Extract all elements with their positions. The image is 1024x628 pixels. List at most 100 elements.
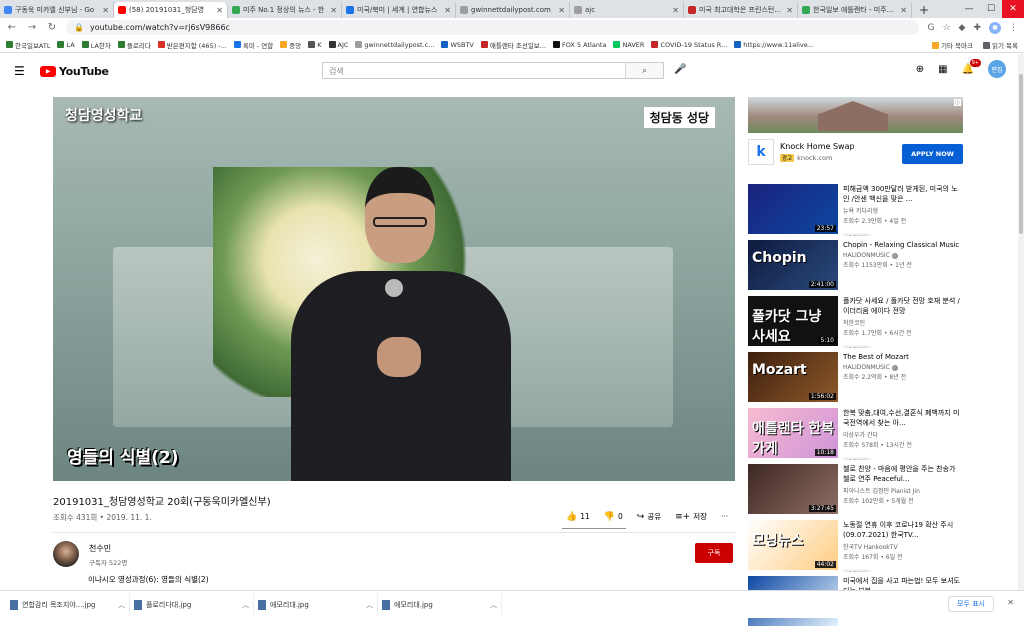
bookmark-item[interactable]: K	[308, 41, 322, 49]
chevron-up-icon[interactable]: ︿	[118, 600, 125, 610]
video-thumbnail[interactable]: Mozart 1:56:02	[748, 352, 838, 402]
download-item[interactable]: 에모리대.jpg ︿	[254, 592, 378, 617]
chevron-up-icon[interactable]: ︿	[366, 600, 373, 610]
chevron-up-icon[interactable]: ︿	[242, 600, 249, 610]
reload-icon[interactable]: ↻	[46, 22, 58, 33]
browser-tab[interactable]: 구동욱 미카엘 신부님 - Go ✕	[0, 2, 114, 18]
tab-close-icon[interactable]: ✕	[216, 6, 223, 15]
tab-close-icon[interactable]: ✕	[558, 6, 565, 15]
tab-close-icon[interactable]: ✕	[672, 6, 679, 15]
bookmark-item[interactable]: 한국일보ATL	[6, 40, 50, 50]
reading-list[interactable]: 읽기 목록	[983, 40, 1018, 50]
recommended-meta: 조회수 102만회 • 5개월 전	[843, 498, 914, 505]
bookmark-item[interactable]: LA한자	[81, 40, 111, 50]
bookmark-item[interactable]: 록미 - 연합	[233, 40, 273, 50]
recommended-video[interactable]: 23:57 피해금액 300만달러 받게된, 미국의 노인 /안센 백신을 맞은 …	[748, 184, 963, 236]
youtube-logo[interactable]: ▶ YouTube	[40, 65, 109, 78]
recommended-video[interactable]: 3:27:45 첼로 찬양 - 마음에 평안을 주는 찬송가 첼로 연주 Peac…	[748, 464, 963, 516]
video-thumbnail[interactable]: 애틀랜타 한복가게 10:18	[748, 408, 838, 458]
tab-close-icon[interactable]: ✕	[444, 6, 451, 15]
extension-icon[interactable]: ◆	[959, 23, 966, 33]
video-thumbnail[interactable]: 23:57	[748, 184, 838, 234]
close-window-icon[interactable]: ✕	[1002, 0, 1024, 18]
share-button[interactable]: ↪ 공유	[637, 511, 661, 522]
bookmark-item[interactable]: COVID-19 Status R...	[651, 41, 727, 49]
recommended-video[interactable]: Mozart 1:56:02 The Best of Mozart HALIDONMU…	[748, 352, 963, 404]
video-player[interactable]: 청담영성학교 청담동 성당 영들의 식별(2)	[53, 97, 735, 481]
bookmark-item[interactable]: https://www.11alive...	[734, 41, 814, 49]
page-scrollbar[interactable]	[1018, 54, 1024, 590]
search-button[interactable]: ⌕	[625, 63, 663, 78]
forward-icon[interactable]: →	[26, 22, 38, 33]
recommended-video[interactable]: 애틀랜타 한복가게 10:18 한복 맞춤,대여,수선,결혼식 폐백까지 미국전역에…	[748, 408, 963, 460]
bookmark-item[interactable]: 플로리다	[117, 40, 151, 50]
profile-avatar[interactable]: ●	[989, 21, 1001, 34]
browser-tab[interactable]: ajc ✕	[570, 2, 684, 18]
new-tab-button[interactable]: +	[916, 2, 932, 18]
browser-tab[interactable]: 미국/북미 | 세계 | 연합뉴스 ✕	[342, 2, 456, 18]
bookmark-star-icon[interactable]: ☆	[942, 23, 950, 33]
apply-now-button[interactable]: APPLY NOW	[902, 144, 963, 164]
channel-name[interactable]: 천수민	[89, 543, 127, 554]
save-button[interactable]: ≡+ 저장	[675, 511, 707, 522]
notifications-bell-icon[interactable]: 🔔 9+	[962, 58, 981, 75]
browser-tab[interactable]: gwinnettdailypost.com ✕	[456, 2, 570, 18]
video-thumbnail[interactable]: 3:27:45	[748, 464, 838, 514]
download-item[interactable]: 에모리대.jpg ︿	[378, 592, 502, 617]
apps-grid-icon[interactable]: ▦	[938, 64, 947, 75]
close-downloads-icon[interactable]: ✕	[1007, 598, 1014, 607]
back-icon[interactable]: ←	[6, 22, 18, 33]
menu-kebab-icon[interactable]: ⋮	[1009, 23, 1018, 33]
sidebar-ad[interactable]: ⓘ k Knock Home Swap 광고 knock.com APPLY NO…	[748, 97, 963, 169]
bookmark-item[interactable]: 받은편지함 (465) -...	[157, 40, 227, 50]
show-all-downloads-button[interactable]: 모두 표시	[948, 596, 994, 612]
account-avatar[interactable]: 편집	[988, 60, 1006, 78]
tab-close-icon[interactable]: ✕	[102, 6, 109, 15]
video-stats: 조회수 431회 • 2019. 11. 1.	[53, 513, 152, 522]
browser-tab[interactable]: (58) 20191031_청담영 ✕	[114, 2, 228, 18]
channel-avatar[interactable]	[53, 541, 79, 567]
microphone-icon[interactable]: 🎤	[674, 64, 686, 75]
tab-close-icon[interactable]: ✕	[900, 6, 907, 15]
bookmark-item[interactable]: NAVER	[613, 41, 644, 49]
create-video-icon[interactable]: ⊕	[916, 64, 924, 75]
bookmark-item[interactable]: 중앙	[280, 40, 301, 50]
bookmark-item[interactable]: gwinnettdailypost.c...	[355, 41, 434, 49]
video-thumbnail[interactable]: Chopin 2:41:00	[748, 240, 838, 290]
chevron-up-icon[interactable]: ︿	[490, 600, 497, 610]
bookmark-item[interactable]: FOX 5 Atlanta	[552, 41, 606, 49]
download-item[interactable]: 플로리다대.jpg ︿	[130, 592, 254, 617]
maximize-icon[interactable]: ☐	[980, 0, 1002, 18]
recommended-video[interactable]: 폴카닷 그냥 사세요 5:10 폴카닷 사세요 / 폴카닷 전망 호재 분석 / 이…	[748, 296, 963, 348]
more-actions-button[interactable]: ···	[721, 512, 728, 521]
like-button[interactable]: 👍 11	[566, 512, 590, 522]
recommended-video[interactable]: 모닝뉴스 44:02 노동절 연휴 이후 코로나19 확산 주시 (09.07.20…	[748, 520, 963, 572]
search-input[interactable]: 검색	[323, 63, 625, 78]
browser-tab[interactable]: 미주 No.1 정상의 뉴스 - 한 ✕	[228, 2, 342, 18]
bookmark-item[interactable]: LA	[57, 41, 75, 49]
scrollbar-thumb[interactable]	[1019, 74, 1023, 234]
minimize-icon[interactable]: —	[958, 0, 980, 18]
puzzle-icon[interactable]: ✚	[973, 23, 981, 33]
download-item[interactable]: 연합감리 목조지야....jpg ︿	[6, 592, 130, 617]
other-bookmarks[interactable]: 기타 북마크	[932, 40, 973, 50]
ad-image[interactable]: ⓘ	[748, 97, 963, 133]
tab-close-icon[interactable]: ✕	[330, 6, 337, 15]
recommended-video[interactable]: Chopin 2:41:00 Chopin - Relaxing Classical…	[748, 240, 963, 292]
bookmark-item[interactable]: AJC	[328, 41, 348, 49]
video-thumbnail[interactable]: 모닝뉴스 44:02	[748, 520, 838, 570]
subscribe-button[interactable]: 구독	[695, 543, 733, 563]
tab-close-icon[interactable]: ✕	[786, 6, 793, 15]
browser-tab[interactable]: 미국 최고대학은 프린스턴... ✕	[684, 2, 798, 18]
video-thumbnail[interactable]: 폴카닷 그냥 사세요 5:10	[748, 296, 838, 346]
bookmark-item[interactable]: 애틀랜타 조선일보...	[480, 40, 546, 50]
hamburger-menu-icon[interactable]: ☰	[14, 64, 30, 78]
google-icon[interactable]: G	[927, 23, 934, 33]
tab-favicon-icon	[346, 6, 354, 14]
url-field[interactable]: 🔒 youtube.com/watch?v=rj6sV9866c	[66, 20, 920, 35]
dislike-button[interactable]: 👎 0	[604, 512, 623, 522]
browser-tab[interactable]: 한국일보 애틀랜타 - 미주... ✕	[798, 2, 912, 18]
lock-icon: 🔒	[74, 23, 84, 32]
bookmark-item[interactable]: WSBTV	[441, 41, 474, 49]
ad-info-icon[interactable]: ⓘ	[954, 99, 961, 106]
